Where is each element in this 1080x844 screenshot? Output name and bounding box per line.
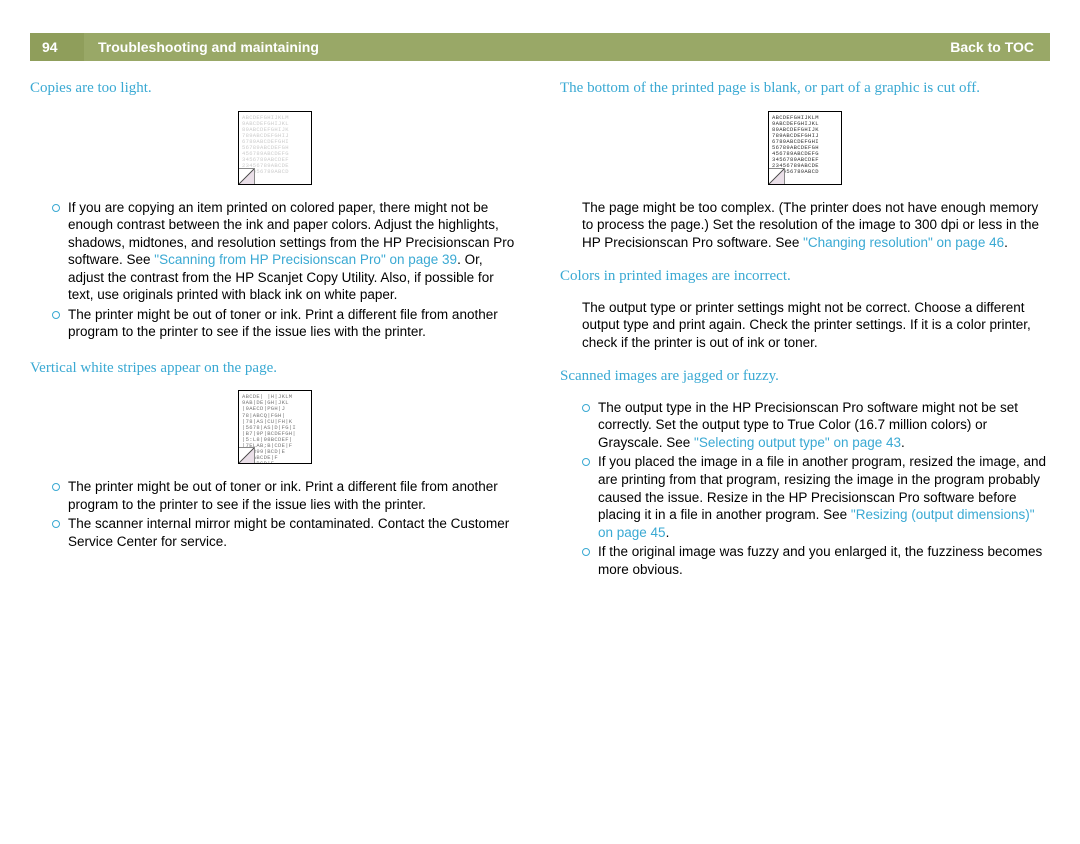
page-illustration: ABCDE| |H|JKLM9AB|DE|GH|JKL|9AECD|PGH|J7… [238,390,312,464]
bullet-list: The output type in the HP Precisionscan … [560,399,1050,578]
list-item: The printer might be out of toner or ink… [68,478,520,513]
list-item: The printer might be out of toner or ink… [68,306,520,341]
page-header: 94 Troubleshooting and maintaining Back … [30,33,1050,61]
cross-reference-link[interactable]: "Scanning from HP Precisionscan Pro" on … [154,252,457,267]
list-item: If the original image was fuzzy and you … [598,543,1050,578]
bullet-list: The printer might be out of toner or ink… [30,478,520,550]
section-heading: The bottom of the printed page is blank,… [560,79,1050,99]
section: The bottom of the printed page is blank,… [560,79,1050,251]
page-illustration: ABCDEFGHIJKLM9ABCDEFGHIJKL89ABCDEFGHIJK7… [768,111,842,185]
chapter-title: Troubleshooting and maintaining [84,38,319,56]
page-number: 94 [30,33,84,61]
list-item: If you placed the image in a file in ano… [598,453,1050,541]
bullet-list: If you are copying an item printed on co… [30,199,520,341]
list-item: The scanner internal mirror might be con… [68,515,520,550]
section-heading: Scanned images are jagged or fuzzy. [560,367,1050,387]
back-to-toc-link[interactable]: Back to TOC [950,38,1034,56]
header-left: 94 Troubleshooting and maintaining [30,33,319,61]
list-item: The output type in the HP Precisionscan … [598,399,1050,452]
section: Scanned images are jagged or fuzzy. The o… [560,367,1050,578]
page-illustration: ABCDEFGHIJKLM9ABCDEFGHIJKL89ABCDEFGHIJK7… [238,111,312,185]
section-heading: Copies are too light. [30,79,520,99]
cross-reference-link[interactable]: "Selecting output type" on page 43 [694,435,901,450]
section-heading: Vertical white stripes appear on the pag… [30,359,520,379]
page-fold-icon [769,168,785,184]
body-paragraph: The output type or printer settings migh… [560,299,1050,352]
cross-reference-link[interactable]: "Changing resolution" on page 46 [803,235,1004,250]
cross-reference-link[interactable]: "Resizing (output dimensions)" on page 4… [598,507,1035,540]
page-fold-icon [239,168,255,184]
section: Colors in printed images are incorrect. T… [560,267,1050,351]
right-column: The bottom of the printed page is blank,… [560,79,1050,596]
body-paragraph: The page might be too complex. (The prin… [560,199,1050,252]
content-columns: Copies are too light. ABCDEFGHIJKLM9ABCDE… [30,79,1050,596]
section: Vertical white stripes appear on the pag… [30,359,520,551]
section-heading: Colors in printed images are incorrect. [560,267,1050,287]
section: Copies are too light. ABCDEFGHIJKLM9ABCDE… [30,79,520,341]
page-fold-icon [239,447,255,463]
left-column: Copies are too light. ABCDEFGHIJKLM9ABCDE… [30,79,520,596]
list-item: If you are copying an item printed on co… [68,199,520,304]
